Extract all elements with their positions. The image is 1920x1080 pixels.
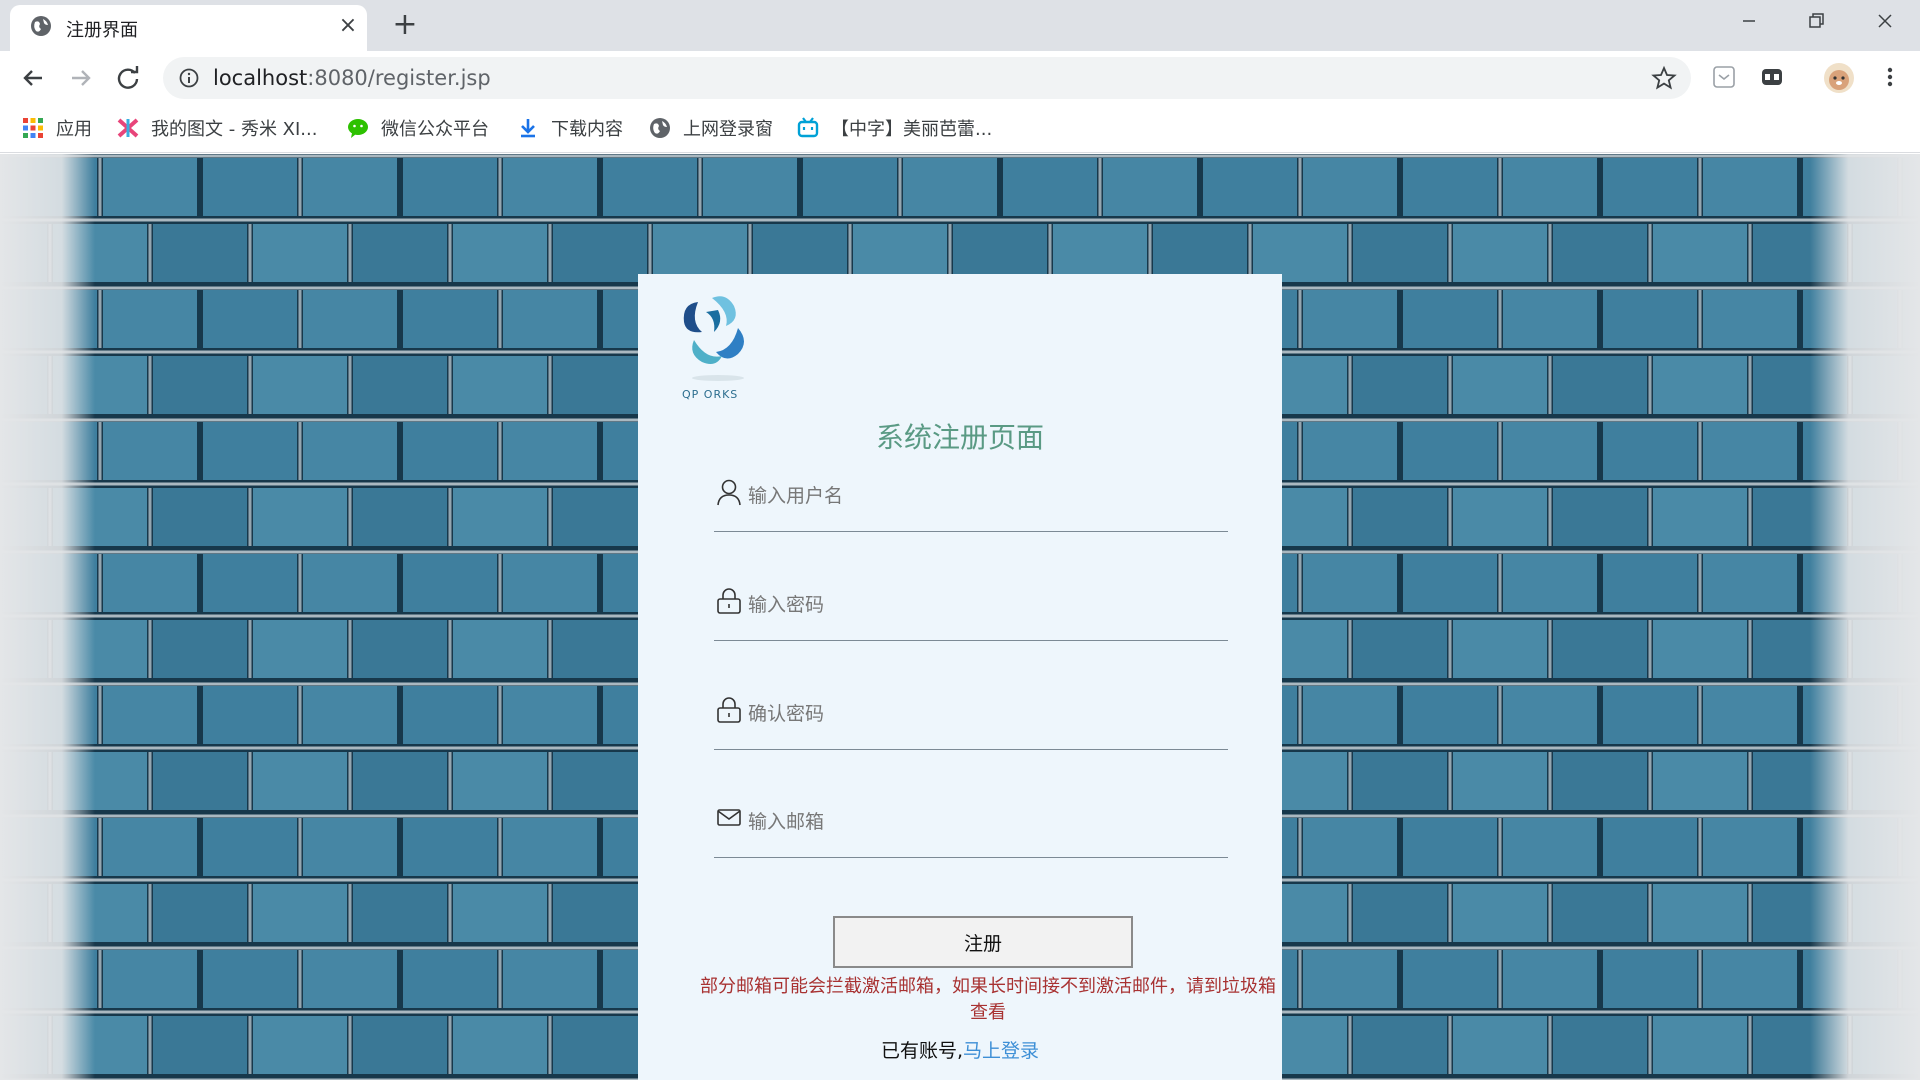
bookmark-star-icon[interactable] [1651, 65, 1677, 91]
xiumi-icon [117, 118, 139, 138]
bookmark-label: 应用 [56, 119, 92, 140]
email-field [714, 798, 1228, 858]
incognito-extension-icon[interactable] [1758, 63, 1786, 91]
forward-arrow-icon[interactable] [66, 63, 96, 93]
have-account-text: 已有账号, [880, 1040, 964, 1062]
bookmark-xiumi[interactable]: 我的图文 - 秀米 XI... [117, 113, 317, 143]
bookmark-label: 上网登录窗 [683, 119, 773, 140]
page-viewport: QP ORKS 系统注册页面 注册 部分邮箱可能会拦截激活邮箱，如果长时间接不到… [0, 154, 1920, 1080]
username-field [714, 472, 1228, 532]
password-field [714, 581, 1228, 641]
lock-icon [717, 588, 741, 614]
register-button[interactable]: 注册 [833, 916, 1133, 968]
spam-warning-text: 部分邮箱可能会拦截激活邮箱，如果长时间接不到激活邮件，请到垃圾箱查看 [700, 976, 1276, 1023]
bookmark-label: 下载内容 [551, 119, 623, 140]
bilibili-icon [797, 117, 819, 138]
browser-toolbar: localhost:8080/register.jsp [0, 51, 1920, 105]
restore-icon[interactable] [1793, 6, 1839, 40]
user-icon [717, 479, 741, 506]
login-link[interactable]: 马上登录 [963, 1040, 1039, 1062]
register-card: QP ORKS 系统注册页面 注册 部分邮箱可能会拦截激活邮箱，如果长时间接不到… [638, 274, 1282, 1080]
email-input[interactable] [748, 808, 1218, 836]
page-title: 系统注册页面 [875, 421, 1044, 454]
reload-icon[interactable] [113, 63, 143, 93]
info-icon[interactable] [179, 68, 199, 88]
logo-text: QP ORKS [682, 388, 739, 401]
confirm-password-input[interactable] [748, 700, 1218, 728]
tab-strip: 注册界面 × + [0, 0, 1920, 51]
minimize-icon[interactable] [1726, 6, 1772, 40]
address-bar[interactable]: localhost:8080/register.jsp [163, 57, 1691, 99]
browser-tab[interactable]: 注册界面 × [10, 5, 367, 51]
new-tab-button[interactable]: + [390, 10, 420, 40]
close-window-icon[interactable] [1862, 6, 1908, 40]
tab-title: 注册界面 [66, 20, 138, 41]
wechat-icon [348, 119, 368, 138]
bookmark-login-window[interactable]: 上网登录窗 [649, 113, 773, 143]
bookmark-label: 【中字】美丽芭蕾... [831, 119, 993, 140]
avatar[interactable] [1823, 62, 1855, 94]
bookmark-downloads[interactable]: 下载内容 [517, 113, 623, 143]
username-input[interactable] [748, 482, 1218, 510]
close-tab-icon[interactable]: × [336, 14, 360, 38]
url-text[interactable]: localhost:8080/register.jsp [213, 66, 491, 90]
download-icon [521, 119, 535, 138]
login-prompt: 已有账号,马上登录 [638, 1036, 1282, 1063]
pocket-extension-icon[interactable] [1710, 63, 1738, 91]
bookmarks-bar: 应用 我的图文 - 秀米 XI... 微信公众平台 下载内容 上网登录窗 【中字… [0, 105, 1920, 153]
apps-grid-icon [23, 118, 43, 138]
bookmark-label: 微信公众平台 [381, 119, 489, 140]
company-logo [683, 296, 744, 381]
bookmark-wechat[interactable]: 微信公众平台 [347, 113, 489, 143]
bookmark-bilibili[interactable]: 【中字】美丽芭蕾... [797, 113, 992, 143]
lock-icon [717, 697, 741, 723]
confirm-password-field [714, 690, 1228, 750]
globe-icon [650, 118, 670, 138]
globe-icon [31, 16, 51, 36]
password-input[interactable] [748, 591, 1218, 619]
envelope-icon [717, 809, 741, 826]
back-arrow-icon[interactable] [18, 63, 48, 93]
bookmark-label: 我的图文 - 秀米 XI... [151, 119, 318, 140]
bookmark-apps[interactable]: 应用 [22, 113, 92, 143]
menu-kebab-icon[interactable] [1876, 63, 1904, 91]
